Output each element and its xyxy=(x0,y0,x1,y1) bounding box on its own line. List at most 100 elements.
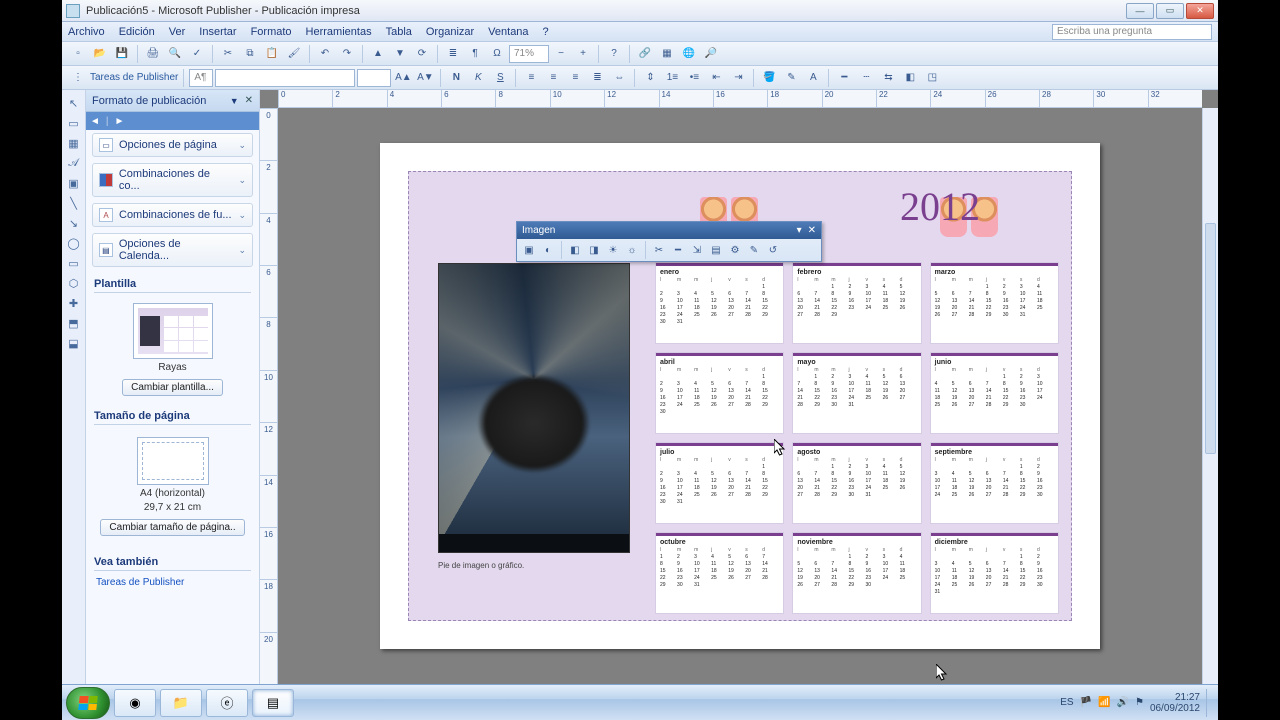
oval-tool[interactable]: ◯ xyxy=(64,234,84,252)
less-contrast-button[interactable]: ◨ xyxy=(585,241,603,259)
menu-edicion[interactable]: Edición xyxy=(119,26,155,38)
research-button[interactable]: 🔎 xyxy=(701,44,721,64)
table-tool[interactable]: ▦ xyxy=(64,134,84,152)
taskpane-back[interactable]: ◄ xyxy=(90,116,100,127)
picture-tool[interactable]: ▣ xyxy=(64,174,84,192)
dash-style-button[interactable]: ┄ xyxy=(856,68,876,88)
menu-insertar[interactable]: Insertar xyxy=(199,26,236,38)
month-card-2[interactable]: febrerolmmjvsd12345678910111213141516171… xyxy=(793,263,920,343)
fontsize-combo[interactable] xyxy=(357,69,391,87)
change-template-button[interactable]: Cambiar plantilla... xyxy=(122,379,223,396)
tray-volume-icon[interactable]: 🔊 xyxy=(1117,697,1129,708)
rotate-button[interactable]: ⟳ xyxy=(412,44,432,64)
color-button[interactable]: ◐ xyxy=(539,241,557,259)
bookmark-tool[interactable]: ✚ xyxy=(64,294,84,312)
template-thumbnail[interactable] xyxy=(133,303,213,359)
zoom-out-button[interactable]: − xyxy=(551,44,571,64)
style-combo[interactable]: A¶ xyxy=(189,69,213,87)
line-color-button[interactable]: ✎ xyxy=(781,68,801,88)
compress-button[interactable]: ⇲ xyxy=(688,241,706,259)
month-card-7[interactable]: juliolmmjvsd1234567891011121314151617181… xyxy=(656,443,783,523)
option-font-schemes[interactable]: A Combinaciones de fu... ⌄ xyxy=(92,203,253,227)
taskbar-app-ie[interactable]: ⓔ xyxy=(206,689,248,717)
tray-network-icon[interactable]: 📶 xyxy=(1098,697,1110,708)
columns-layout-button[interactable]: ▦ xyxy=(657,44,677,64)
crop-button[interactable]: ✂ xyxy=(650,241,668,259)
taskpane-close[interactable]: ✕ xyxy=(245,95,253,106)
canvas[interactable]: 02468101214161820222426283032 0246810121… xyxy=(260,90,1218,700)
menu-archivo[interactable]: Archivo xyxy=(68,26,105,38)
month-card-9[interactable]: septiembrelmmjvsd12345678910111213141516… xyxy=(931,443,1058,523)
scrollbar-vertical[interactable] xyxy=(1202,108,1218,684)
justify-button[interactable]: ≣ xyxy=(587,68,607,88)
cut-button[interactable]: ✂ xyxy=(218,44,238,64)
undo-button[interactable]: ↶ xyxy=(315,44,335,64)
menu-ayuda[interactable]: ? xyxy=(543,26,549,38)
new-button[interactable]: ▫ xyxy=(68,44,88,64)
copy-button[interactable]: ⧉ xyxy=(240,44,260,64)
font-color-button[interactable]: A xyxy=(803,68,823,88)
month-card-3[interactable]: marzolmmjvsd1234567891011121314151617181… xyxy=(931,263,1058,343)
font-combo[interactable] xyxy=(215,69,355,87)
open-button[interactable]: 📂 xyxy=(90,44,110,64)
bring-front-button[interactable]: ▲ xyxy=(368,44,388,64)
option-color-schemes[interactable]: Combinaciones de co... ⌄ xyxy=(92,163,253,197)
taskpane-forward[interactable]: ► xyxy=(115,116,125,127)
numbering-button[interactable]: 1≡ xyxy=(662,68,682,88)
zoom-in-button[interactable]: + xyxy=(573,44,593,64)
scrollbar-v-thumb[interactable] xyxy=(1205,223,1216,453)
web-preview-button[interactable]: 🌐 xyxy=(679,44,699,64)
photo-caption[interactable]: Pie de imagen o gráfico. xyxy=(438,561,524,570)
align-right-button[interactable]: ≡ xyxy=(565,68,585,88)
less-brightness-button[interactable]: ☼ xyxy=(623,241,641,259)
text-wrap-button[interactable]: ▤ xyxy=(707,241,725,259)
distribute-button[interactable]: ⇔ xyxy=(609,68,629,88)
see-also-link[interactable]: Tareas de Publisher xyxy=(96,577,259,588)
italic-button[interactable]: K xyxy=(468,68,488,88)
option-calendar[interactable]: ▤ Opciones de Calenda... ⌄ xyxy=(92,233,253,267)
month-card-11[interactable]: noviembrelmmjvsd123456789101112131415161… xyxy=(793,533,920,613)
send-back-button[interactable]: ▼ xyxy=(390,44,410,64)
spelling-button[interactable]: ✓ xyxy=(187,44,207,64)
line-style-button[interactable]: ━ xyxy=(834,68,854,88)
taskbar-app-explorer[interactable]: 📁 xyxy=(160,689,202,717)
image-toolbar-dropdown[interactable]: ▾ xyxy=(797,225,802,236)
tray-time[interactable]: 21:27 xyxy=(1150,692,1200,703)
menu-formato[interactable]: Formato xyxy=(251,26,292,38)
start-button[interactable] xyxy=(66,687,110,719)
shadow-button[interactable]: ◧ xyxy=(900,68,920,88)
shrink-font-button[interactable]: A▼ xyxy=(415,68,435,88)
menu-ventana[interactable]: Ventana xyxy=(488,26,528,38)
select-tool[interactable]: ↖ xyxy=(64,94,84,112)
textbox-tool[interactable]: ▭ xyxy=(64,114,84,132)
month-card-1[interactable]: enerolmmjvsd1234567891011121314151617181… xyxy=(656,263,783,343)
change-pagesize-button[interactable]: Cambiar tamaño de página.. xyxy=(100,519,244,536)
taskpane-dropdown[interactable]: ▼ xyxy=(230,96,239,106)
grow-font-button[interactable]: A▲ xyxy=(393,68,413,88)
paste-button[interactable]: 📋 xyxy=(262,44,282,64)
show-desktop-button[interactable] xyxy=(1206,689,1214,717)
increase-indent-button[interactable]: ⇥ xyxy=(728,68,748,88)
more-contrast-button[interactable]: ◧ xyxy=(566,241,584,259)
menu-herramientas[interactable]: Herramientas xyxy=(306,26,372,38)
pagesize-thumbnail[interactable] xyxy=(137,437,209,485)
reset-picture-button[interactable]: ↺ xyxy=(764,241,782,259)
taskbar-app-publisher[interactable]: ▤ xyxy=(252,689,294,717)
format-painter-button[interactable]: 🖌 xyxy=(284,44,304,64)
print-button[interactable]: 🖨 xyxy=(143,44,163,64)
decrease-indent-button[interactable]: ⇤ xyxy=(706,68,726,88)
format-picture-button[interactable]: ⚙ xyxy=(726,241,744,259)
preview-button[interactable]: 🔍 xyxy=(165,44,185,64)
item-tool[interactable]: ⬓ xyxy=(64,334,84,352)
autoshapes-tool[interactable]: ⬡ xyxy=(64,274,84,292)
tray-lang[interactable]: ES xyxy=(1060,697,1073,708)
option-page-options[interactable]: ▭ Opciones de página ⌄ xyxy=(92,133,253,157)
arrow-style-button[interactable]: ⇆ xyxy=(878,68,898,88)
year-heading[interactable]: 2012 xyxy=(900,183,980,230)
image-toolbar[interactable]: Imagen ▾ ✕ ▣ ◐ ◧ ◨ ☀ ☼ xyxy=(516,221,822,262)
line-spacing-button[interactable]: ⇕ xyxy=(640,68,660,88)
month-card-8[interactable]: agostolmmjvsd123456789101112131415161718… xyxy=(793,443,920,523)
month-card-5[interactable]: mayolmmjvsd12345678910111213141516171819… xyxy=(793,353,920,433)
paragraph-marks-button[interactable]: ¶ xyxy=(465,44,485,64)
rectangle-tool[interactable]: ▭ xyxy=(64,254,84,272)
